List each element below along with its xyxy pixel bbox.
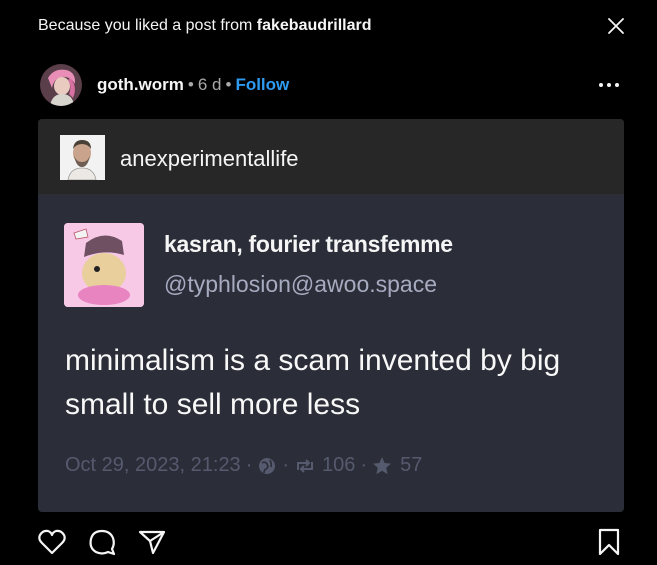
post-username[interactable]: goth.worm	[97, 75, 184, 94]
boost-icon	[297, 458, 314, 473]
meta-separator: ·	[282, 454, 290, 476]
suggestion-prefix: Because you liked a post from	[38, 17, 257, 34]
follow-button[interactable]: Follow	[235, 75, 289, 94]
suggestion-banner: Because you liked a post from fakebaudri…	[38, 17, 371, 35]
reblog-header: anexperimentallife	[38, 119, 624, 194]
close-button[interactable]	[605, 15, 627, 37]
toot-display-name: kasran, fourier transfemme	[164, 231, 453, 257]
favourite-count: 57	[400, 454, 423, 476]
separator-dot: •	[225, 75, 232, 94]
heart-icon	[38, 529, 66, 555]
avatar[interactable]	[40, 64, 82, 106]
bookmark-icon	[598, 528, 620, 556]
share-button[interactable]	[137, 527, 167, 557]
toot-meta: Oct 29, 2023, 21:23 · · 106 · 57	[65, 454, 422, 477]
post-header: goth.worm • 6 d • Follow	[40, 64, 630, 106]
toot-handle: @typhlosion@awoo.space	[164, 271, 438, 297]
post-user-line: goth.worm • 6 d • Follow	[97, 75, 289, 95]
globe-icon	[259, 457, 276, 474]
share-icon	[138, 530, 166, 555]
save-button[interactable]	[594, 527, 624, 557]
post-age: 6 d	[197, 75, 222, 94]
reblog-avatar	[60, 135, 105, 180]
separator-dot: •	[187, 75, 194, 94]
more-options-button[interactable]	[598, 78, 620, 92]
star-icon	[373, 456, 392, 474]
close-icon	[608, 18, 624, 34]
comment-icon	[89, 529, 116, 556]
suggestion-source-account[interactable]: fakebaudrillard	[257, 17, 372, 34]
meta-separator: ·	[245, 454, 253, 476]
meta-separator: ·	[360, 454, 368, 476]
comment-button[interactable]	[87, 527, 117, 557]
like-button[interactable]	[37, 527, 67, 557]
more-icon	[599, 83, 619, 87]
toot-timestamp: Oct 29, 2023, 21:23	[65, 454, 241, 476]
toot-text: minimalism is a scam invented by big sma…	[65, 344, 561, 421]
toot-avatar	[64, 223, 144, 307]
post-media[interactable]: anexperimentallife kasran, fourier trans…	[38, 119, 624, 512]
boost-count: 106	[322, 454, 356, 476]
reblog-account-name: anexperimentallife	[120, 146, 299, 171]
